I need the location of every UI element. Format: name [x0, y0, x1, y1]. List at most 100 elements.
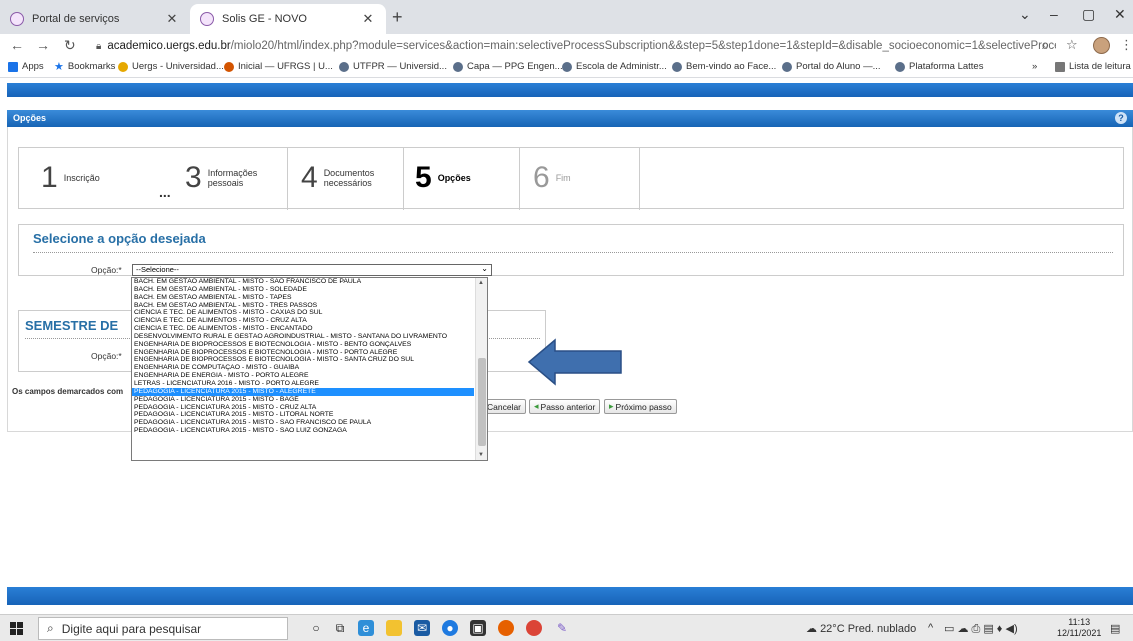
dropdown-option[interactable]: ENGENHARIA DE BIOPROCESSOS E BIOTECNOLOG… [132, 341, 474, 349]
cortana-icon[interactable]: ○ [308, 620, 324, 636]
taskbar-search[interactable]: ⌕ Digite aqui para pesquisar [38, 617, 288, 640]
bookmark-ufrgs[interactable]: Inicial — UFRGS | U... [224, 61, 333, 72]
profile-avatar[interactable] [1093, 37, 1110, 54]
previous-step-button[interactable]: ◂ Passo anterior [529, 399, 601, 414]
dropdown-option[interactable]: BACH. EM GESTÃO AMBIENTAL - MISTO - SOLE… [132, 286, 474, 294]
browser-tab-bar: Portal de serviços ✕ Solis GE - NOVO ✕ +… [0, 0, 1133, 34]
step-inscricao[interactable]: 1 Inscrição [41, 158, 126, 198]
windows-taskbar: ⌕ Digite aqui para pesquisar ○ ⧉ e ✉ ● ▣… [0, 614, 1133, 641]
step-documentos[interactable]: 4 Documentos necessários [301, 158, 386, 198]
dropdown-option[interactable]: CIÊNCIA E TEC. DE ALIMENTOS - MISTO - EN… [132, 325, 474, 333]
cancel-button[interactable]: Cancelar [482, 399, 527, 414]
dropdown-option[interactable]: CIÊNCIA E TEC. DE ALIMENTOS - MISTO - CA… [132, 309, 474, 317]
option-legend: Selecione a opção desejada [33, 231, 206, 246]
page-footer-bar [7, 587, 1133, 605]
option-dropdown-list[interactable]: BACH. EM GESTÃO AMBIENTAL - MISTO - SÃO … [131, 277, 488, 461]
weather-widget[interactable]: ☁ 22°C Pred. nublado [806, 622, 916, 635]
mail-icon[interactable]: ✉ [414, 620, 430, 636]
bookmark-face[interactable]: Bem-vindo ao Face... [672, 61, 776, 72]
dropdown-option-selected[interactable]: PEDAGOGIA - LICENCIATURA 2015 - MISTO - … [132, 387, 474, 396]
window-close-icon[interactable]: ✕ [1114, 6, 1126, 23]
chrome-icon[interactable] [526, 620, 542, 636]
dropdown-option[interactable]: ENGENHARIA DE COMPUTAÇÃO - MISTO - GUAÍB… [132, 364, 474, 372]
bookmark-utfpr[interactable]: UTFPR — Universid... [339, 61, 447, 72]
close-tab-icon[interactable]: ✕ [164, 11, 180, 27]
zoom-icon[interactable]: ⌕ [1042, 37, 1049, 53]
step-informacoes-pessoais[interactable]: 3 Informações pessoais [185, 158, 270, 198]
bookmark-bookmarks[interactable]: ★ Bookmarks [54, 61, 115, 72]
semester-option-label: Opção:* [91, 351, 122, 361]
maximize-icon[interactable]: ▢ [1082, 6, 1095, 23]
windows-start-icon[interactable] [10, 622, 23, 635]
dropdown-option[interactable]: BACH. EM GESTÃO AMBIENTAL - MISTO - TRÊS… [132, 302, 474, 310]
step-divider [403, 148, 404, 210]
dropdown-option[interactable]: PEDAGOGIA - LICENCIATURA 2015 - MISTO - … [132, 427, 474, 435]
dropdown-option[interactable]: ENGENHARIA DE BIOPROCESSOS E BIOTECNOLOG… [132, 349, 474, 357]
next-step-button[interactable]: ▸ Próximo passo [604, 399, 677, 414]
uergs-icon [118, 61, 128, 72]
dropdown-option[interactable]: BACH. EM GESTÃO AMBIENTAL - MISTO - TAPE… [132, 294, 474, 302]
step-opcoes[interactable]: 5 Opções [415, 158, 500, 198]
scroll-up-icon[interactable]: ▲ [478, 280, 484, 286]
new-tab-icon[interactable]: + [392, 7, 403, 28]
globe-icon [672, 61, 682, 72]
bookmark-ppg[interactable]: Capa — PPG Engen... [453, 61, 563, 72]
step-divider [639, 148, 640, 210]
forward-icon[interactable]: → [36, 37, 50, 53]
dropdown-option[interactable]: PEDAGOGIA - LICENCIATURA 2015 - MISTO - … [132, 419, 474, 427]
tray-icons[interactable]: ▭ ☁ ⎙ ▤ ♦ ◀) [944, 622, 1018, 636]
bookmark-star-icon[interactable]: ☆ [1066, 37, 1078, 53]
dropdown-items: BACH. EM GESTÃO AMBIENTAL - MISTO - SÃO … [132, 278, 487, 435]
bookmark-escola-adm[interactable]: Escola de Administr... [562, 61, 667, 72]
step-divider [519, 148, 520, 210]
page-top-bar [7, 83, 1133, 97]
forward-arrow-icon: ▸ [609, 401, 614, 411]
bookmarks-bar: Apps ★ Bookmarks Uergs - Universidad... I… [0, 58, 1133, 78]
dropdown-option[interactable]: PEDAGOGIA - LICENCIATURA 2015 - MISTO - … [132, 404, 474, 412]
url-path: /miolo20/html/index.php?module=services&… [230, 40, 1056, 52]
dropdown-option[interactable]: CIÊNCIA E TEC. DE ALIMENTOS - MISTO - CR… [132, 317, 474, 325]
tab-solis-ge[interactable]: Solis GE - NOVO ✕ [190, 4, 386, 34]
help-icon[interactable]: ? [1115, 112, 1127, 124]
tray-chevron-icon[interactable]: ^ [928, 622, 933, 634]
menu-kebab-icon[interactable]: ⋮ [1120, 37, 1133, 53]
task-view-icon[interactable]: ⧉ [332, 620, 348, 636]
clock[interactable]: 11:13 12/11/2021 [1057, 617, 1101, 639]
globe-icon [339, 61, 349, 72]
app-icon[interactable]: ● [442, 620, 458, 636]
paint-icon[interactable]: ✎ [554, 620, 570, 636]
search-icon: ⌕ [47, 621, 54, 635]
back-icon[interactable]: ← [10, 37, 24, 53]
tab-search-chevron-icon[interactable]: ⌄ [1019, 6, 1031, 23]
dropdown-option[interactable]: DESENVOLVIMENTO RURAL E GESTÃO AGROINDUS… [132, 333, 474, 341]
scroll-down-icon[interactable]: ▼ [478, 452, 484, 458]
option-select[interactable]: --Selecione-- ⌄ [132, 264, 492, 276]
dropdown-scrollbar[interactable]: ▲ ▼ [475, 278, 487, 460]
reload-icon[interactable]: ↻ [64, 37, 76, 54]
file-explorer-icon[interactable] [386, 620, 402, 636]
dropdown-option[interactable]: PEDAGOGIA - LICENCIATURA 2015 - MISTO - … [132, 411, 474, 419]
bookmark-uergs[interactable]: Uergs - Universidad... [118, 61, 224, 72]
edge-icon[interactable]: e [358, 620, 374, 636]
bookmark-portal-aluno[interactable]: Portal do Aluno —... [782, 61, 881, 72]
dropdown-option[interactable]: BACH. EM GESTÃO AMBIENTAL - MISTO - SÃO … [132, 278, 474, 286]
dropdown-option[interactable]: PEDAGOGIA - LICENCIATURA 2015 - MISTO - … [132, 396, 474, 404]
address-bar: ← → ↻ 🔒︎ academico.uergs.edu.br/miolo20/… [0, 34, 1133, 58]
store-icon[interactable]: ▣ [470, 620, 486, 636]
url-field[interactable]: 🔒︎ academico.uergs.edu.br/miolo20/html/i… [96, 37, 1056, 55]
dropdown-option[interactable]: ENGENHARIA DE ENERGIA - MISTO - PORTO AL… [132, 372, 474, 380]
firefox-icon[interactable] [498, 620, 514, 636]
more-bookmarks[interactable]: » [1032, 61, 1037, 72]
dropdown-option[interactable]: LETRAS - LICENCIATURA 2016 - MISTO - POR… [132, 380, 474, 388]
tab-portal-de-servicos[interactable]: Portal de serviços ✕ [0, 4, 190, 34]
bookmark-apps[interactable]: Apps [8, 61, 44, 72]
bookmark-lattes[interactable]: Plataforma Lattes [895, 61, 983, 72]
close-tab-icon[interactable]: ✕ [360, 11, 376, 27]
notifications-icon[interactable]: ▤ [1110, 622, 1120, 635]
minimize-icon[interactable]: – [1050, 6, 1058, 22]
annotation-arrow-icon [527, 338, 622, 386]
option-label: Opção:* [91, 265, 122, 275]
scrollbar-thumb[interactable] [478, 358, 486, 446]
dropdown-option[interactable]: ENGENHARIA DE BIOPROCESSOS E BIOTECNOLOG… [132, 356, 474, 364]
reading-list[interactable]: Lista de leitura [1055, 61, 1131, 72]
